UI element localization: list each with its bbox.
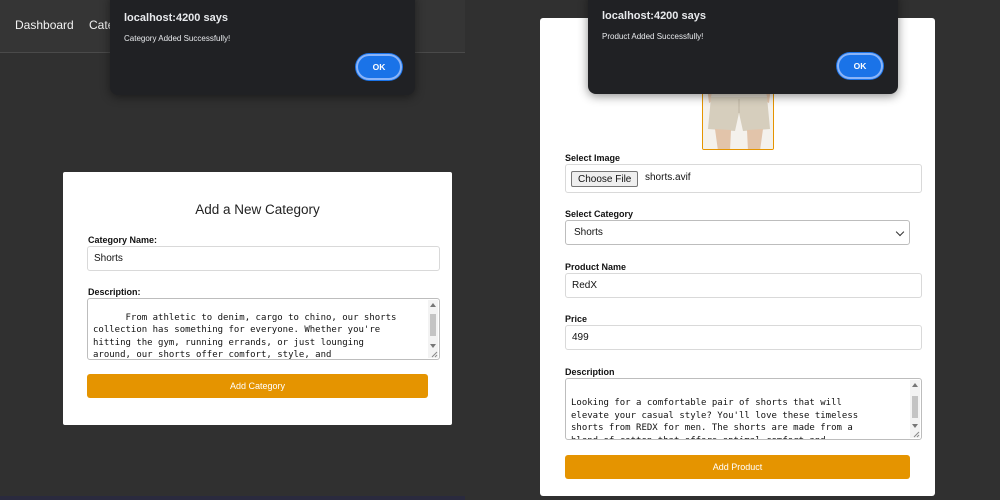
scroll-down-arrow-icon[interactable] xyxy=(912,424,918,428)
price-input[interactable]: 499 xyxy=(565,325,922,350)
select-image-label: Select Image xyxy=(565,153,621,163)
selected-file-name: shorts.avif xyxy=(645,172,691,183)
alert-ok-button[interactable]: OK xyxy=(356,54,402,80)
resize-grip-icon[interactable] xyxy=(912,430,920,438)
nav-dashboard-link[interactable]: Dashboard xyxy=(15,18,74,32)
product-name-input[interactable]: RedX xyxy=(565,273,922,298)
category-page: Dashboard Cate Add a New Category Catego… xyxy=(0,0,465,500)
scroll-down-arrow-icon[interactable] xyxy=(430,344,436,348)
product-image-preview xyxy=(702,86,774,150)
choose-file-button[interactable]: Choose File xyxy=(571,171,639,187)
category-alert-dialog: localhost:4200 says Category Added Succe… xyxy=(110,0,415,95)
bottom-strip xyxy=(0,496,465,500)
description-label: Description: xyxy=(88,287,141,297)
image-file-input[interactable]: Choose File shorts.avif xyxy=(565,164,922,193)
alert-title: localhost:4200 says xyxy=(124,12,228,24)
product-alert-dialog: localhost:4200 says Product Added Succes… xyxy=(588,0,898,94)
product-name-label: Product Name xyxy=(565,262,627,272)
category-name-input[interactable]: Shorts xyxy=(87,246,440,271)
description-text: From athletic to denim, cargo to chino, … xyxy=(93,312,397,360)
add-product-button[interactable]: Add Product xyxy=(565,455,910,479)
category-select-value: Shorts xyxy=(574,227,603,238)
description-textarea[interactable]: From athletic to denim, cargo to chino, … xyxy=(87,298,440,360)
alert-message: Category Added Successfully! xyxy=(124,34,231,43)
product-description-text: Looking for a comfortable pair of shorts… xyxy=(571,398,859,439)
select-category-label: Select Category xyxy=(565,209,634,219)
product-description-textarea[interactable]: Looking for a comfortable pair of shorts… xyxy=(565,378,922,440)
form-title: Add a New Category xyxy=(195,202,320,217)
scroll-up-arrow-icon[interactable] xyxy=(430,303,436,307)
add-category-form: Add a New Category Category Name: Shorts… xyxy=(63,172,452,425)
alert-ok-button[interactable]: OK xyxy=(837,53,883,79)
product-page: Select Image Choose File shorts.avif Sel… xyxy=(465,0,1000,500)
description-label: Description xyxy=(565,367,615,377)
scroll-thumb[interactable] xyxy=(912,396,918,418)
alert-message: Product Added Successfully! xyxy=(602,32,704,41)
chevron-down-icon xyxy=(895,227,905,237)
shorts-photo-icon xyxy=(703,87,773,149)
category-name-label: Category Name: xyxy=(88,235,158,245)
scroll-thumb[interactable] xyxy=(430,314,436,336)
price-label: Price xyxy=(565,314,588,324)
category-select[interactable]: Shorts xyxy=(565,220,910,245)
alert-title: localhost:4200 says xyxy=(602,10,706,22)
resize-grip-icon[interactable] xyxy=(430,350,438,358)
add-category-button[interactable]: Add Category xyxy=(87,374,428,398)
scroll-up-arrow-icon[interactable] xyxy=(912,383,918,387)
